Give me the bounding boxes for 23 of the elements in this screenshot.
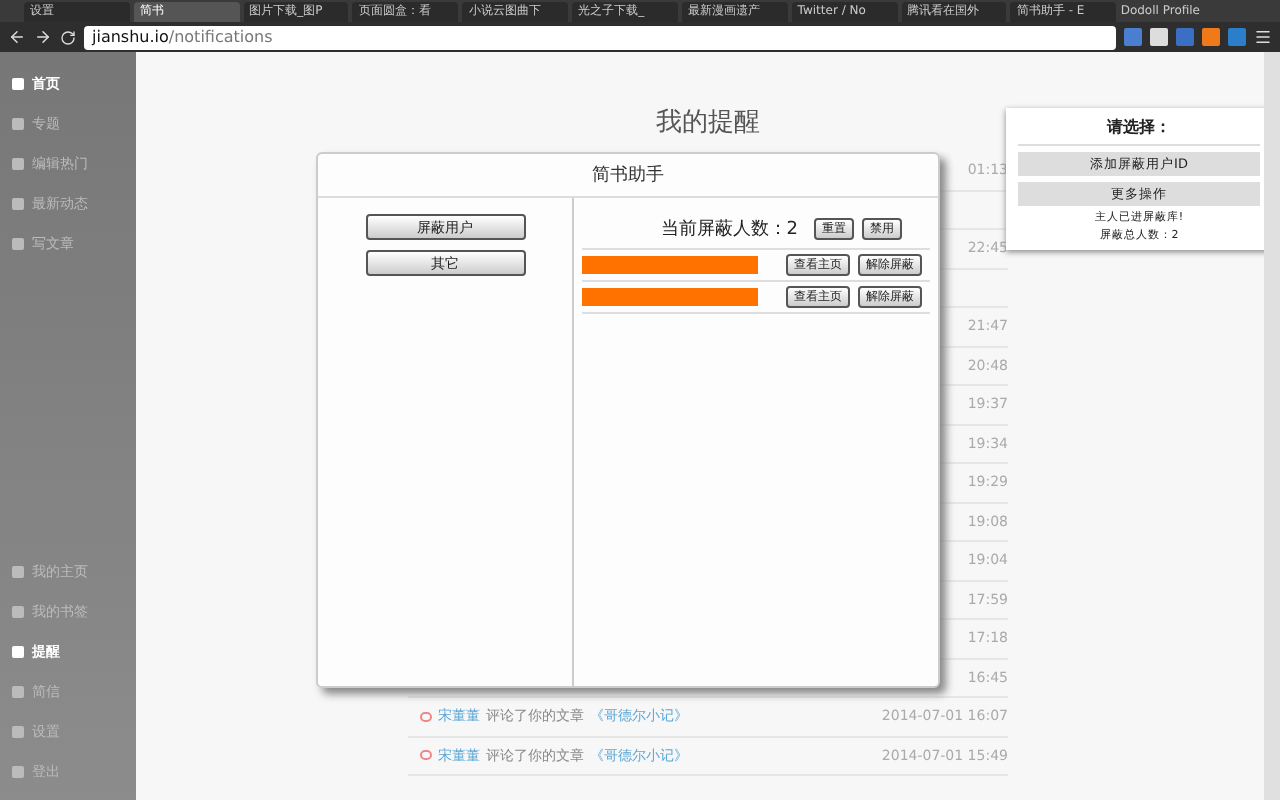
nav-icon (12, 646, 24, 658)
nav-icon (12, 238, 24, 250)
nav-icon (12, 686, 24, 698)
comment-icon (420, 711, 432, 722)
comment-icon (420, 750, 432, 761)
back-icon[interactable] (8, 28, 26, 46)
popup-title: 请选择： (1018, 116, 1260, 146)
nav-icon (12, 78, 24, 90)
page-title: 我的提醒 (656, 106, 760, 142)
forward-icon[interactable] (34, 28, 52, 46)
nav-icon (12, 118, 24, 130)
nav-icon (12, 158, 24, 170)
nav-icon (12, 606, 24, 618)
nav-icon (12, 726, 24, 738)
nav-icon (12, 766, 24, 778)
address-field[interactable]: jianshu.io/notifications (84, 25, 1116, 49)
blocked-count: 当前屏蔽人数：2 (660, 217, 798, 242)
nav-icon (12, 198, 24, 210)
menu-icon[interactable] (1254, 28, 1272, 46)
dialog-title: 简书助手 (318, 154, 938, 198)
reload-icon[interactable] (60, 29, 76, 45)
nav-icon (12, 566, 24, 578)
scrollbar[interactable] (1264, 52, 1280, 800)
